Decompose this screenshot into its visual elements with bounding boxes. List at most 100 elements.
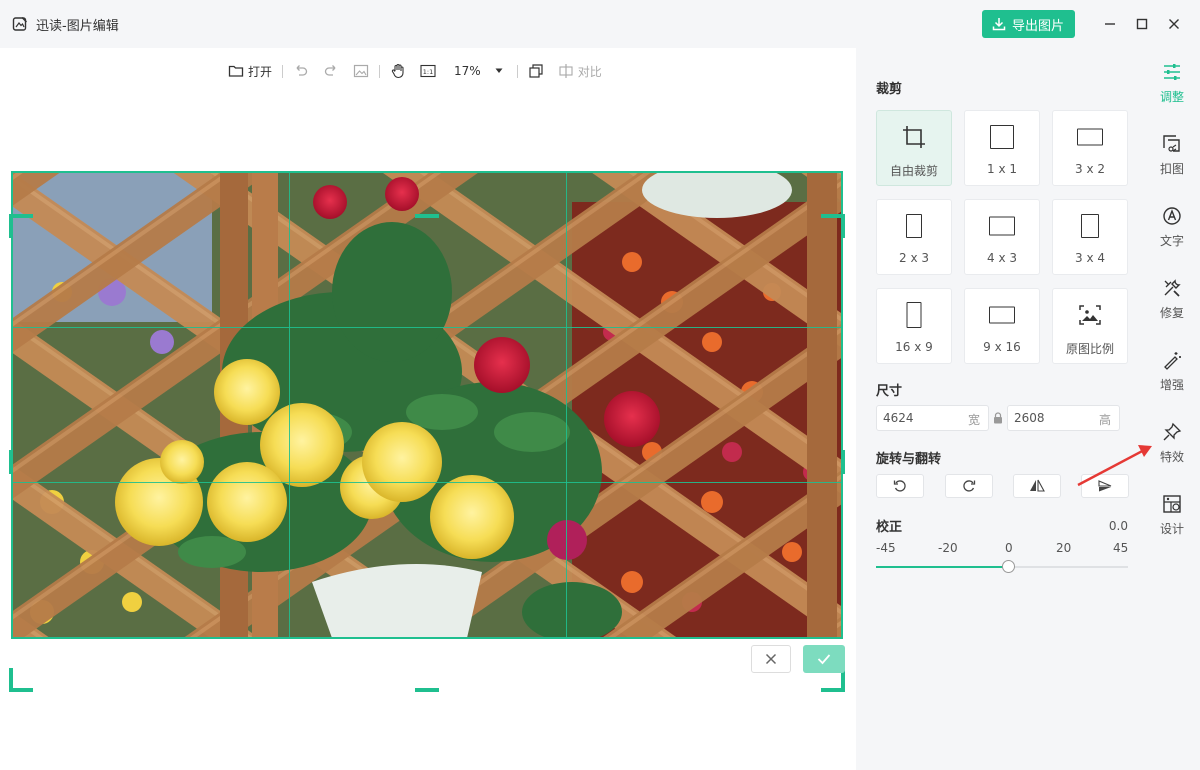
redo-icon xyxy=(324,65,336,76)
actual-size-button[interactable]: 1:1 xyxy=(420,63,436,79)
tab-adjust[interactable]: 调整 xyxy=(1144,60,1200,120)
crop-option-free[interactable]: 自由裁剪 xyxy=(876,110,952,186)
svg-text:1:1: 1:1 xyxy=(423,68,433,76)
crop-handle-left[interactable] xyxy=(9,450,13,474)
tab-enhance[interactable]: 增强 xyxy=(1144,348,1200,408)
crop-section-title: 裁剪 xyxy=(876,82,903,97)
cutout-icon xyxy=(1163,135,1180,152)
maximize-button[interactable] xyxy=(1132,14,1152,34)
correct-value: 0.0 xyxy=(1108,519,1128,533)
tick-label: 20 xyxy=(1056,541,1072,555)
correct-slider[interactable] xyxy=(876,560,1128,573)
crop-option-label: 4 x 3 xyxy=(987,251,1017,265)
wide-icon xyxy=(989,306,1015,324)
compare-icon xyxy=(559,64,573,78)
undo-button[interactable] xyxy=(293,63,309,79)
caret-down-icon xyxy=(495,68,503,73)
crop-handle-bottom[interactable] xyxy=(415,688,439,692)
close-window-button[interactable] xyxy=(1164,14,1184,34)
crop-option-label: 2 x 3 xyxy=(899,251,929,265)
crop-option-original[interactable]: 原图比例 xyxy=(1052,288,1128,364)
flip-vertical-button[interactable] xyxy=(1081,474,1129,498)
crop-handle-bottom-left[interactable] xyxy=(9,668,13,692)
redo-button[interactable] xyxy=(323,63,339,79)
crop-option-label: 9 x 16 xyxy=(983,340,1021,354)
rotate-right-icon xyxy=(963,480,976,492)
zoom-control[interactable]: 17% xyxy=(454,64,503,78)
rotate-right-button[interactable] xyxy=(945,474,993,498)
crop-handle-top-right[interactable] xyxy=(841,214,845,238)
size-section-title: 尺寸 xyxy=(876,384,903,399)
copy-layers-icon xyxy=(529,64,543,78)
compare-label: 对比 xyxy=(577,64,602,79)
crop-grid-line xyxy=(12,327,842,328)
crop-option-label: 1 x 1 xyxy=(987,162,1017,176)
layers-button[interactable] xyxy=(528,63,544,79)
tick-label: -20 xyxy=(938,541,958,555)
crop-option-3x2[interactable]: 3 x 2 xyxy=(1052,110,1128,186)
image-placeholder-button[interactable] xyxy=(353,63,369,79)
crop-option-label: 自由裁剪 xyxy=(889,164,938,178)
crop-option-2x3[interactable]: 2 x 3 xyxy=(876,199,952,275)
zoom-value: 17% xyxy=(454,64,481,78)
crop-option-16x9[interactable]: 16 x 9 xyxy=(876,288,952,364)
lock-ratio-icon[interactable] xyxy=(993,412,1003,424)
export-image-label: 导出图片 xyxy=(1012,18,1065,34)
flip-vertical-icon xyxy=(1098,480,1112,492)
correct-section-title: 校正 xyxy=(876,520,903,535)
edit-toolbar: 打开 1:1 17% 对比 xyxy=(228,60,602,82)
toolbar-divider xyxy=(516,64,518,78)
maximize-icon xyxy=(1136,18,1148,30)
crop-grid-line xyxy=(289,172,290,638)
crop-option-4x3[interactable]: 4 x 3 xyxy=(964,199,1040,275)
hand-pan-button[interactable] xyxy=(390,63,406,79)
tab-text[interactable]: 文字 xyxy=(1144,204,1200,264)
crop-option-9x16[interactable]: 9 x 16 xyxy=(964,288,1040,364)
tab-repair[interactable]: 修复 xyxy=(1144,276,1200,336)
design-icon xyxy=(1163,495,1181,513)
tab-design[interactable]: 设计 xyxy=(1144,492,1200,552)
flip-horizontal-button[interactable] xyxy=(1013,474,1061,498)
flip-horizontal-icon xyxy=(1030,479,1045,492)
height-input[interactable]: 2608 高 xyxy=(1007,405,1120,431)
image-icon xyxy=(1079,305,1101,325)
slider-fill xyxy=(876,566,1009,568)
image-icon xyxy=(353,64,369,78)
compare-button[interactable]: 对比 xyxy=(558,63,602,80)
tab-label: 特效 xyxy=(1159,450,1184,464)
export-image-button[interactable]: 导出图片 xyxy=(982,10,1075,38)
crop-grid-line xyxy=(566,172,567,638)
rose-trellis-photo xyxy=(12,172,842,638)
close-icon xyxy=(765,653,777,665)
crop-confirm-button[interactable] xyxy=(803,645,845,673)
tab-cutout[interactable]: 扣图 xyxy=(1144,132,1200,192)
magic-wand-icon xyxy=(1164,352,1181,370)
tab-label: 设计 xyxy=(1159,522,1184,536)
rotate-left-button[interactable] xyxy=(876,474,924,498)
sliders-icon xyxy=(1164,64,1180,80)
tab-effects[interactable]: 特效 xyxy=(1144,420,1200,480)
undo-icon xyxy=(296,65,308,76)
toolbar-divider xyxy=(282,64,284,78)
crop-option-1x1[interactable]: 1 x 1 xyxy=(964,110,1040,186)
height-value: 2608 xyxy=(1014,411,1045,425)
tab-label: 调整 xyxy=(1159,90,1184,104)
crop-handle-right[interactable] xyxy=(841,450,845,474)
slider-thumb[interactable] xyxy=(1002,560,1016,573)
square-icon xyxy=(990,125,1014,149)
rotate-section-title: 旋转与翻转 xyxy=(876,452,942,467)
width-value: 4624 xyxy=(883,411,914,425)
crop-grid-line xyxy=(12,482,842,483)
photo-canvas[interactable] xyxy=(12,172,842,638)
crop-handle-top-left[interactable] xyxy=(9,214,13,238)
side-tab-bar: 调整 扣图 文字 修复 增强 特效 设计 xyxy=(1144,48,1200,770)
width-input[interactable]: 4624 宽 xyxy=(876,405,989,431)
open-label: 打开 xyxy=(248,64,273,79)
crop-option-label: 16 x 9 xyxy=(895,340,933,354)
crop-cancel-button[interactable] xyxy=(751,645,791,673)
minimize-button[interactable] xyxy=(1100,14,1120,34)
open-button[interactable]: 打开 xyxy=(228,63,272,80)
crop-option-3x4[interactable]: 3 x 4 xyxy=(1052,199,1128,275)
image-editor-window: 迅读-图片编辑 导出图片 打开 1:1 17% 对比 裁剪 自由裁剪 1 x 1… xyxy=(0,0,1200,770)
crop-handle-top[interactable] xyxy=(415,214,439,218)
